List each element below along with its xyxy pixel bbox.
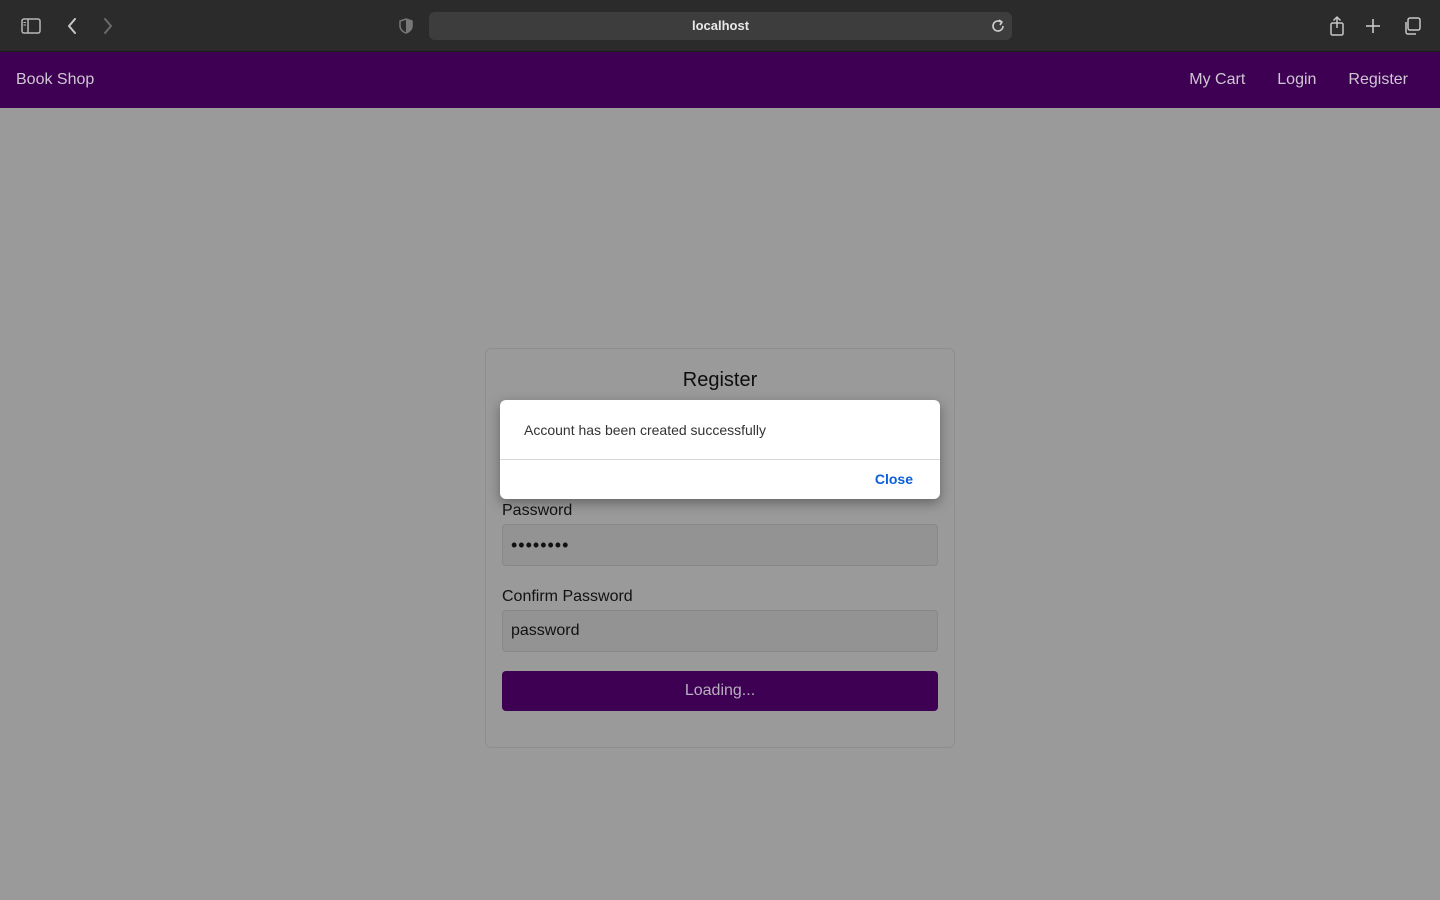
nav-link-my-cart[interactable]: My Cart bbox=[1157, 52, 1245, 108]
new-tab-icon[interactable] bbox=[1364, 14, 1382, 38]
site-navbar: Book Shop My Cart Login Register bbox=[0, 52, 1440, 108]
back-icon[interactable] bbox=[64, 14, 80, 38]
success-modal: Account has been created successfully Cl… bbox=[500, 400, 940, 499]
register-title: Register bbox=[682, 369, 758, 391]
modal-message: Account has been created successfully bbox=[524, 422, 767, 438]
url-text: localhost bbox=[691, 18, 750, 33]
browser-toolbar: localhost bbox=[0, 0, 1440, 52]
confirm-password-label: Confirm Password bbox=[502, 588, 633, 605]
forward-icon[interactable] bbox=[100, 14, 116, 38]
confirm-password-input[interactable]: password bbox=[502, 610, 938, 652]
sidebar-icon[interactable] bbox=[20, 14, 42, 38]
modal-close-button[interactable]: Close bbox=[875, 471, 913, 487]
share-icon[interactable] bbox=[1328, 14, 1346, 38]
reload-icon[interactable] bbox=[990, 18, 1006, 34]
tabs-overview-icon[interactable] bbox=[1402, 14, 1422, 38]
nav-links: My Cart Login Register bbox=[1157, 52, 1408, 108]
nav-link-login[interactable]: Login bbox=[1245, 52, 1316, 108]
password-input[interactable]: •••••••• bbox=[502, 524, 938, 566]
privacy-shield-icon[interactable] bbox=[398, 14, 414, 38]
password-label: Password bbox=[502, 502, 573, 519]
address-bar[interactable]: localhost bbox=[429, 12, 1012, 40]
modal-divider bbox=[500, 459, 940, 460]
brand-logo-text[interactable]: Book Shop bbox=[16, 52, 94, 108]
register-submit-button[interactable]: Loading... bbox=[502, 671, 938, 711]
nav-link-register[interactable]: Register bbox=[1316, 52, 1408, 108]
